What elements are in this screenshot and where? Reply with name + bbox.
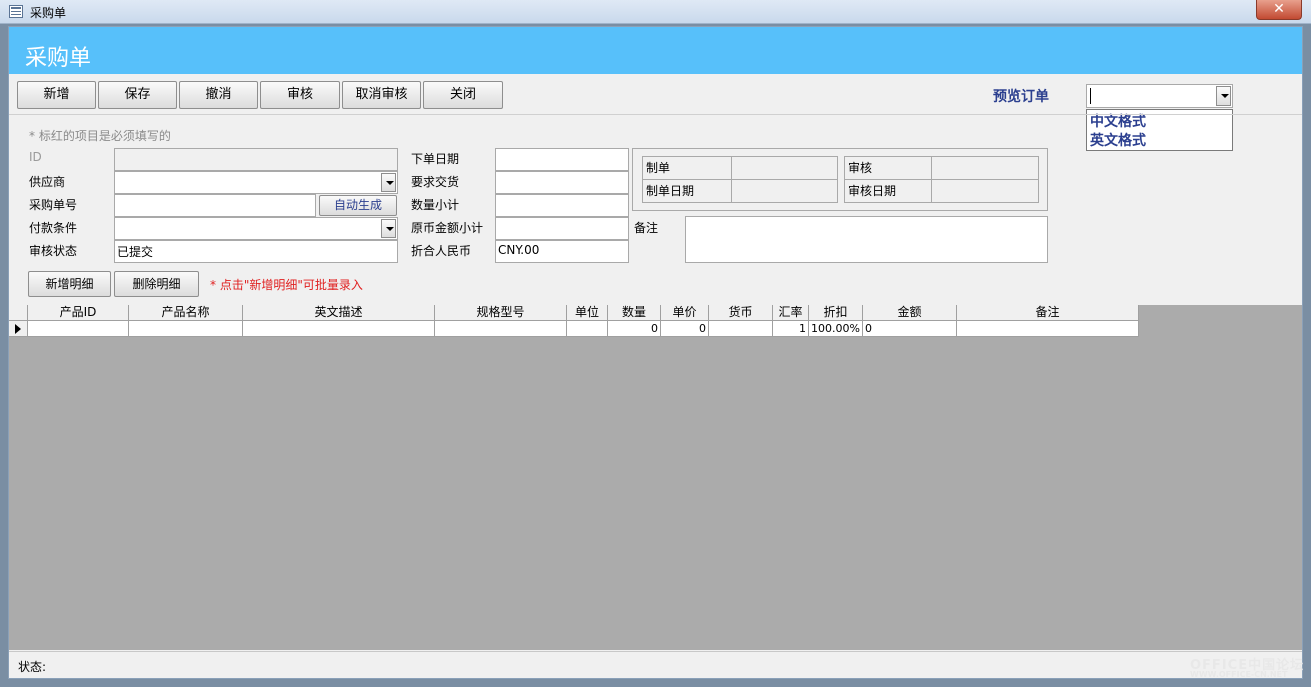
column-header[interactable]: 备注	[957, 305, 1139, 321]
auditor-box-divider	[844, 179, 1039, 180]
qty-subtotal-label: 数量小计	[411, 198, 460, 212]
table-cell[interactable]: 0	[863, 321, 957, 337]
remarks-label: 备注	[634, 221, 659, 235]
required-delivery-label: 要求交货	[411, 175, 460, 189]
required-delivery-field[interactable]	[495, 171, 629, 194]
chevron-down-icon[interactable]	[381, 219, 396, 238]
supplier-select[interactable]	[114, 171, 398, 194]
auto-generate-button[interactable]: 自动生成	[319, 195, 397, 216]
creator-box-divider	[642, 179, 838, 180]
create-date-label: 制单日期	[646, 184, 695, 198]
text-caret	[1090, 88, 1091, 104]
status-bar	[9, 651, 1302, 678]
watermark-url: WWW.OFFICE-CN.NET	[1190, 670, 1288, 679]
window-close-button[interactable]: ✕	[1256, 0, 1302, 20]
save-button[interactable]: 保存	[98, 81, 177, 109]
delete-detail-button[interactable]: 删除明细	[114, 271, 199, 297]
audit-status-field[interactable]: 已提交	[114, 240, 398, 263]
id-field	[114, 148, 398, 171]
table-cell[interactable]	[957, 321, 1139, 337]
header-band	[9, 27, 1302, 74]
row-selector[interactable]	[9, 321, 28, 337]
page-title: 采购单	[25, 46, 92, 71]
supplier-label: 供应商	[29, 175, 66, 189]
orig-amount-label: 原币金额小计	[411, 221, 484, 235]
remarks-field[interactable]	[685, 216, 1048, 263]
add-detail-button[interactable]: 新增明细	[28, 271, 111, 297]
column-header[interactable]: 英文描述	[243, 305, 435, 321]
auditor-label: 审核	[848, 161, 873, 175]
audit-status-label: 审核状态	[29, 244, 78, 258]
close-button[interactable]: 关闭	[423, 81, 503, 109]
creator-box-divider	[731, 156, 732, 203]
qty-subtotal-field[interactable]	[495, 194, 629, 217]
window-titlebar: 采购单	[0, 0, 1311, 24]
chevron-down-icon[interactable]	[1216, 86, 1231, 106]
table-cell[interactable]	[709, 321, 773, 337]
column-header[interactable]: 产品ID	[28, 305, 129, 321]
table-cell[interactable]: 0	[661, 321, 709, 337]
auditor-box-divider	[931, 156, 932, 203]
column-header[interactable]: 单位	[567, 305, 608, 321]
table-cell[interactable]: 100.00%	[809, 321, 863, 337]
column-header[interactable]: 折扣	[809, 305, 863, 321]
table-cell[interactable]: 0	[608, 321, 661, 337]
detail-hint: * 点击"新增明细"可批量录入	[210, 278, 363, 292]
rmb-field[interactable]: CNY.00	[495, 240, 629, 263]
undo-button[interactable]: 撤消	[179, 81, 258, 109]
preview-order-label: 预览订单	[993, 89, 1049, 105]
cancel-audit-button[interactable]: 取消审核	[342, 81, 421, 109]
table-cell[interactable]	[129, 321, 243, 337]
preview-order-select[interactable]	[1086, 84, 1233, 108]
dropdown-option-english[interactable]: 英文格式	[1090, 130, 1146, 150]
toolbar-divider	[9, 114, 1302, 115]
creator-label: 制单	[646, 161, 671, 175]
table-cell[interactable]: 1	[773, 321, 809, 337]
po-number-field[interactable]	[114, 194, 316, 217]
preview-order-dropdown: 中文格式 英文格式	[1086, 109, 1233, 151]
required-note: * 标红的项目是必须填写的	[29, 129, 171, 143]
new-button[interactable]: 新增	[17, 81, 96, 109]
audit-button[interactable]: 审核	[260, 81, 340, 109]
audit-date-label: 审核日期	[848, 184, 897, 198]
column-header[interactable]: 单价	[661, 305, 709, 321]
table-cell[interactable]	[243, 321, 435, 337]
column-header[interactable]: 金额	[863, 305, 957, 321]
order-date-label: 下单日期	[411, 152, 460, 166]
table-cell[interactable]	[435, 321, 567, 337]
rmb-label: 折合人民币	[411, 244, 472, 258]
orig-amount-field[interactable]	[495, 217, 629, 240]
current-row-arrow-icon	[15, 324, 21, 334]
column-header[interactable]: 规格型号	[435, 305, 567, 321]
detail-datasheet	[9, 305, 1302, 650]
row-selector-header	[9, 305, 28, 321]
column-header[interactable]: 汇率	[773, 305, 809, 321]
column-header[interactable]: 数量	[608, 305, 661, 321]
table-cell[interactable]	[28, 321, 129, 337]
table-cell[interactable]	[567, 321, 608, 337]
po-number-label: 采购单号	[29, 198, 78, 212]
column-header[interactable]: 产品名称	[129, 305, 243, 321]
order-date-field[interactable]	[495, 148, 629, 171]
status-label: 状态:	[18, 660, 47, 674]
form-icon	[9, 5, 23, 18]
id-label: ID	[29, 150, 42, 164]
chevron-down-icon[interactable]	[381, 173, 396, 192]
payment-terms-label: 付款条件	[29, 221, 78, 235]
payment-terms-select[interactable]	[114, 217, 398, 240]
window-title: 采购单	[30, 6, 67, 20]
column-header[interactable]: 货币	[709, 305, 773, 321]
